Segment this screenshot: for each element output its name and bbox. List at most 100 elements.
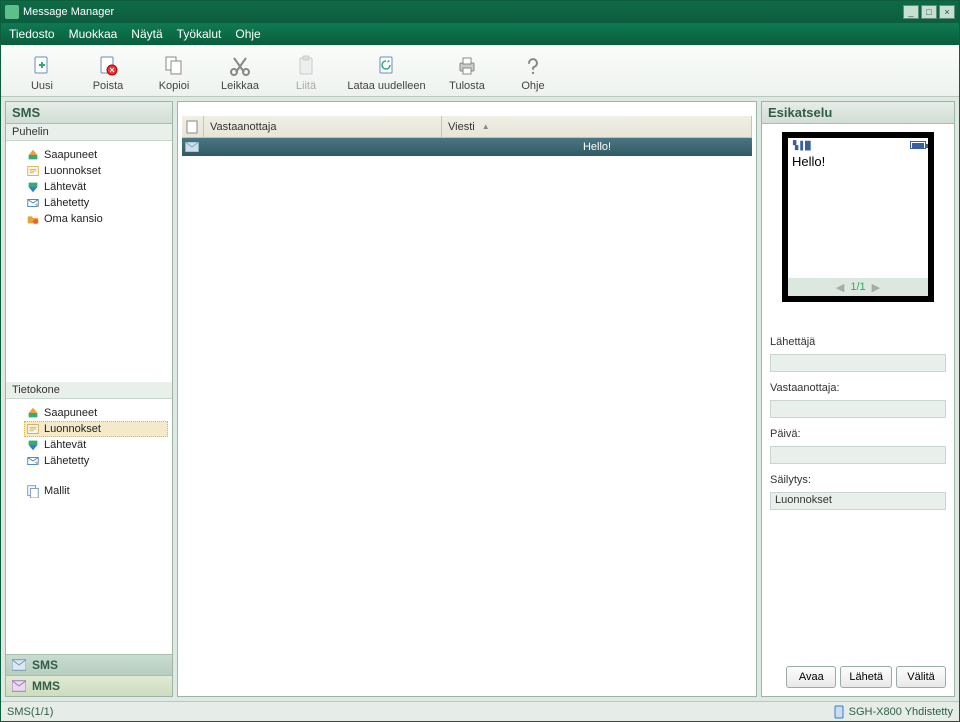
new-icon (9, 52, 75, 80)
computer-drafts-label: Luonnokset (44, 423, 101, 435)
menu-view[interactable]: Näytä (131, 27, 162, 41)
tab-sms-label: SMS (32, 658, 58, 672)
preview-panel: Esikatselu ▝▖▌█ Hello! ◀ 1/1 ▶ (761, 101, 955, 697)
copy-icon (141, 52, 207, 80)
preview-pager: ◀ 1/1 ▶ (788, 278, 928, 296)
phone-sent[interactable]: Lähetetty (24, 195, 168, 211)
col-message[interactable]: Viesti ▲ (442, 116, 752, 137)
delete-button[interactable]: Poista (75, 50, 141, 92)
sort-asc-icon: ▲ (482, 122, 490, 131)
cut-button[interactable]: Leikkaa (207, 50, 273, 92)
computer-inbox-label: Saapuneet (44, 407, 97, 419)
help-label: Ohje (500, 80, 566, 92)
sent-icon (26, 196, 40, 210)
preview-head: Esikatselu (762, 102, 954, 124)
menu-edit[interactable]: Muokkaa (69, 27, 118, 41)
status-right: SGH-X800 Yhdistetty (849, 706, 953, 718)
help-icon (500, 52, 566, 80)
menubar: Tiedosto Muokkaa Näytä Työkalut Ohje (1, 23, 959, 45)
computer-tree: Saapuneet Luonnokset Lähtevät Lähetetty … (6, 399, 172, 505)
new-label: Uusi (9, 80, 75, 92)
recipient-label: Vastaanottaja: (770, 382, 946, 394)
reload-icon (339, 52, 434, 80)
outgoing-icon (26, 180, 40, 194)
phone-outgoing-label: Lähtevät (44, 181, 86, 193)
date-label: Päivä: (770, 428, 946, 440)
open-button[interactable]: Avaa (786, 666, 836, 688)
inbox-icon (26, 148, 40, 162)
phone-outgoing[interactable]: Lähtevät (24, 179, 168, 195)
tab-mms-label: MMS (32, 679, 60, 693)
phone-myfolder[interactable]: Oma kansio (24, 211, 168, 227)
col-message-label: Viesti (448, 121, 475, 133)
close-button[interactable]: × (939, 5, 955, 19)
drafts-icon (26, 164, 40, 178)
computer-outgoing-label: Lähtevät (44, 439, 86, 451)
computer-section-head: Tietokone (6, 382, 172, 399)
recipient-value (770, 400, 946, 418)
folder-panel: SMS Puhelin Saapuneet Luonnokset Lähtevä… (5, 101, 173, 697)
computer-templates[interactable]: Mallit (24, 483, 168, 499)
col-recipient-label: Vastaanottaja (210, 121, 276, 133)
send-button[interactable]: Lähetä (840, 666, 892, 688)
phone-inbox-label: Saapuneet (44, 149, 97, 161)
signal-icon: ▝▖▌█ (790, 141, 810, 150)
storage-value: Luonnokset (770, 492, 946, 510)
forward-button[interactable]: Välitä (896, 666, 946, 688)
copy-button[interactable]: Kopioi (141, 50, 207, 92)
row-message-cell: Hello! (442, 138, 752, 156)
inbox-icon (26, 406, 40, 420)
list-header: Vastaanottaja Viesti ▲ (182, 116, 752, 138)
reload-button[interactable]: Lataa uudelleen (339, 50, 434, 92)
menu-tools[interactable]: Työkalut (177, 27, 222, 41)
menu-file[interactable]: Tiedosto (9, 27, 55, 41)
envelope-icon (12, 658, 26, 672)
sms-section-head: SMS (6, 102, 172, 124)
message-list-panel: Vastaanottaja Viesti ▲ Hello! (177, 101, 757, 697)
app-icon (5, 5, 19, 19)
pager-next-icon[interactable]: ▶ (872, 281, 880, 294)
maximize-button[interactable]: □ (921, 5, 937, 19)
tab-mms[interactable]: MMS (6, 675, 172, 696)
folder-icon (26, 212, 40, 226)
cut-icon (207, 52, 273, 80)
drafts-icon (26, 422, 40, 436)
pager-prev-icon[interactable]: ◀ (836, 281, 844, 294)
pager-text: 1/1 (850, 281, 865, 293)
table-row[interactable]: Hello! (182, 138, 752, 156)
computer-inbox[interactable]: Saapuneet (24, 405, 168, 421)
preview-body: Hello! (788, 152, 928, 278)
phone-inbox[interactable]: Saapuneet (24, 147, 168, 163)
phone-drafts[interactable]: Luonnokset (24, 163, 168, 179)
menu-help[interactable]: Ohje (235, 27, 260, 41)
paste-button: Liitä (273, 50, 339, 92)
phone-drafts-label: Luonnokset (44, 165, 101, 177)
paste-icon (273, 52, 339, 80)
phone-myfolder-label: Oma kansio (44, 213, 103, 225)
tab-sms[interactable]: SMS (6, 654, 172, 675)
sent-icon (26, 454, 40, 468)
copy-label: Kopioi (141, 80, 207, 92)
col-icon[interactable] (182, 116, 204, 137)
new-button[interactable]: Uusi (9, 50, 75, 92)
delete-label: Poista (75, 80, 141, 92)
row-recipient-cell (204, 138, 442, 156)
minimize-button[interactable]: _ (903, 5, 919, 19)
phone-connected-icon (832, 705, 846, 719)
computer-drafts[interactable]: Luonnokset (24, 421, 168, 437)
toolbar: Uusi Poista Kopioi Leikkaa Liitä Lataa u… (1, 45, 959, 97)
list-body: Hello! (182, 138, 752, 696)
cut-label: Leikkaa (207, 80, 273, 92)
help-button[interactable]: Ohje (500, 50, 566, 92)
print-button[interactable]: Tulosta (434, 50, 500, 92)
delete-icon (75, 52, 141, 80)
mms-icon (12, 679, 26, 693)
titlebar: Message Manager _ □ × (1, 1, 959, 23)
phone-sent-label: Lähetetty (44, 197, 89, 209)
col-recipient[interactable]: Vastaanottaja (204, 116, 442, 137)
computer-templates-label: Mallit (44, 485, 70, 497)
paste-label: Liitä (273, 80, 339, 92)
computer-sent[interactable]: Lähetetty (24, 453, 168, 469)
computer-outgoing[interactable]: Lähtevät (24, 437, 168, 453)
row-icon-cell (182, 138, 204, 156)
